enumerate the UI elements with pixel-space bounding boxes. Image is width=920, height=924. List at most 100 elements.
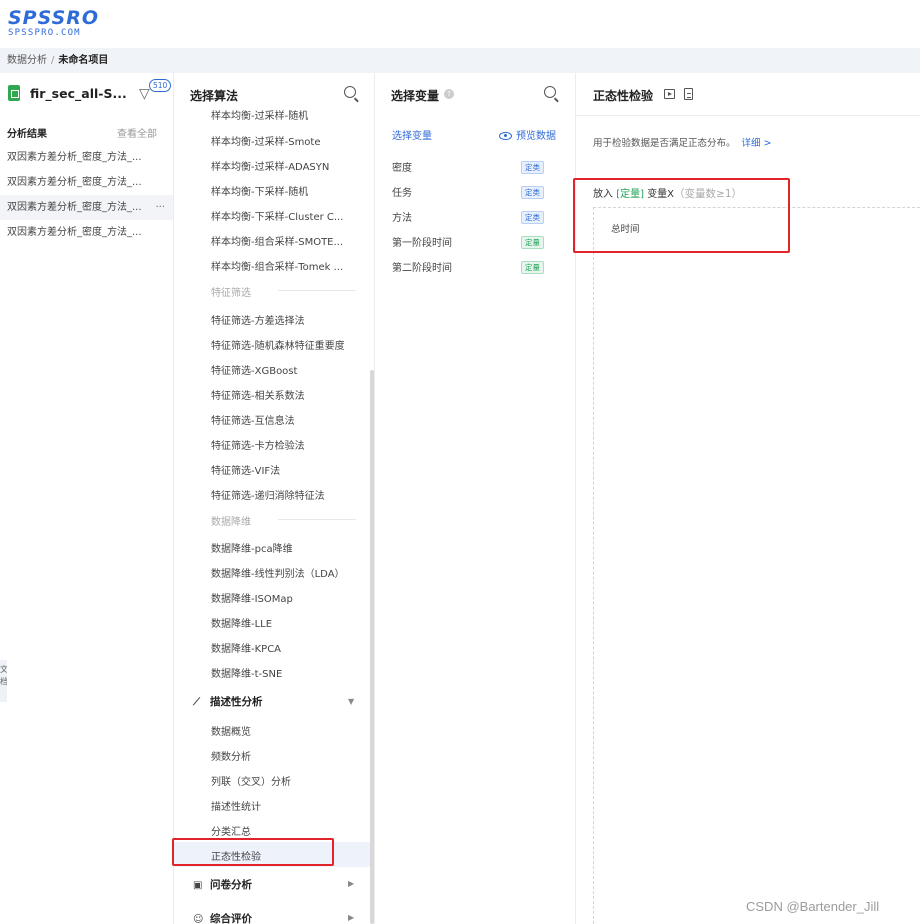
document-icon[interactable] xyxy=(684,88,693,100)
eye-icon xyxy=(499,132,512,140)
video-icon[interactable] xyxy=(664,89,675,99)
result-item[interactable]: 双因素方差分析_密度_方法_... xyxy=(0,170,173,195)
analysis-description: 用于检验数据是否满足正态分布。 详细 > xyxy=(593,135,772,149)
divider xyxy=(576,115,920,116)
file-name[interactable]: fir_sec_all-S... xyxy=(30,86,127,101)
algorithm-item[interactable]: 特征筛选-相关系数法 xyxy=(211,387,305,402)
algorithm-item[interactable]: 样本均衡-组合采样-Tomek ... xyxy=(211,258,343,273)
result-item[interactable]: 双因素方差分析_密度_方法_... ··· xyxy=(0,195,173,220)
variable-item[interactable]: 任务 定类 xyxy=(375,178,575,203)
variable-name: 方法 xyxy=(392,213,412,224)
variable-item[interactable]: 第一阶段时间 定量 xyxy=(375,228,575,253)
algorithm-item[interactable]: 样本均衡-组合采样-SMOTE... xyxy=(211,233,343,248)
algorithm-item[interactable]: 描述性统计 xyxy=(211,798,261,813)
variable-item[interactable]: 方法 定类 xyxy=(375,203,575,228)
line-chart-icon: ⟋ xyxy=(193,697,200,708)
evaluation-icon: ☺ xyxy=(193,914,204,924)
algorithm-item[interactable]: 特征筛选-随机森林特征重要度 xyxy=(211,337,345,352)
algorithm-item[interactable]: 列联（交叉）分析 xyxy=(211,773,291,788)
variable-name: 第一阶段时间 xyxy=(392,238,452,249)
breadcrumb-current: 未命名项目 xyxy=(58,55,109,66)
algorithm-item[interactable]: 数据降维-ISOMap xyxy=(211,590,293,605)
help-icon[interactable]: ? xyxy=(444,89,454,99)
algorithm-item[interactable]: 数据降维-KPCA xyxy=(211,640,281,655)
variable-name: 第二阶段时间 xyxy=(392,263,452,274)
logo[interactable]: SPSSRO SPSSPRO.COM xyxy=(8,8,99,38)
category-survey-label: 问卷分析 xyxy=(210,879,252,891)
variable-type-tag: 定类 xyxy=(521,186,544,199)
algorithm-item[interactable]: 数据降维-线性判别法（LDA） xyxy=(211,565,345,580)
variable-name: 密度 xyxy=(392,163,412,174)
detail-link[interactable]: 详细 > xyxy=(742,138,772,149)
variable-type-tag: 定量 xyxy=(521,236,544,249)
spreadsheet-icon xyxy=(8,85,20,101)
chevron-down-icon[interactable]: ▼ xyxy=(348,697,354,706)
preview-data-button[interactable]: 预览数据 xyxy=(499,127,556,142)
top-bar: SPSSRO SPSSPRO.COM xyxy=(0,0,920,48)
algorithm-item[interactable]: 特征筛选-XGBoost xyxy=(211,362,297,377)
search-icon[interactable] xyxy=(544,86,556,98)
category-survey[interactable]: ▣ 问卷分析 xyxy=(193,877,252,892)
algorithm-item[interactable]: 特征筛选-VIF法 xyxy=(211,462,280,477)
algorithm-item[interactable]: 特征筛选-递归消除特征法 xyxy=(211,487,325,502)
variable-item[interactable]: 第二阶段时间 定量 xyxy=(375,253,575,278)
algorithm-item[interactable]: 样本均衡-下采样-随机 xyxy=(211,183,308,198)
section-feature-selection: 特征筛选 xyxy=(211,284,356,299)
algorithm-item[interactable]: 特征筛选-方差选择法 xyxy=(211,312,305,327)
category-descriptive-label: 描述性分析 xyxy=(210,696,263,708)
algorithm-item[interactable]: 样本均衡-过采样-Smote xyxy=(211,133,321,148)
chevron-right-icon[interactable]: ▶ xyxy=(348,879,354,888)
category-descriptive[interactable]: ⟋ 描述性分析 xyxy=(193,694,263,709)
section-dimension-reduction: 数据降维 xyxy=(211,513,356,528)
category-evaluation-label: 综合评价 xyxy=(210,913,252,924)
results-header: 分析结果 查看全部 xyxy=(0,115,173,145)
algorithm-item[interactable]: 特征筛选-卡方检验法 xyxy=(211,437,305,452)
view-all-link[interactable]: 查看全部 xyxy=(117,125,157,140)
algorithm-item[interactable]: 数据降维-t-SNE xyxy=(211,665,282,680)
filter-count-badge: 510 xyxy=(149,79,172,92)
logo-sub-text: SPSSPRO.COM xyxy=(8,28,81,38)
scrollbar[interactable] xyxy=(370,370,374,924)
algorithm-panel: 选择算法 样本均衡-过采样-随机 样本均衡-过采样-Smote 样本均衡-过采样… xyxy=(174,73,375,924)
result-item-label: 双因素方差分析_密度_方法_... xyxy=(7,202,142,213)
algorithm-item[interactable]: 频数分析 xyxy=(211,748,251,763)
logo-main-text: SPSSRO xyxy=(8,7,100,29)
annotation-highlight-box xyxy=(573,178,790,253)
results-title: 分析结果 xyxy=(7,129,47,140)
algorithm-item[interactable]: 数据降维-pca降维 xyxy=(211,540,293,555)
algorithm-title: 选择算法 xyxy=(190,89,239,103)
description-text: 用于检验数据是否满足正态分布。 xyxy=(593,138,736,149)
variable-title: 选择变量 xyxy=(391,89,440,103)
breadcrumb-separator: / xyxy=(51,55,55,66)
result-item[interactable]: 双因素方差分析_密度_方法_... xyxy=(0,220,173,245)
result-item[interactable]: 双因素方差分析_密度_方法_... xyxy=(0,145,173,170)
algorithm-item[interactable]: 特征筛选-互信息法 xyxy=(211,412,295,427)
doc-side-tab[interactable]: 文 档 xyxy=(0,660,7,702)
variable-header: 选择变量 ? xyxy=(375,73,575,115)
watermark: CSDN @Bartender_Jill xyxy=(746,899,880,914)
results-panel: fir_sec_all-S... ▽ 510 分析结果 查看全部 双因素方差分析… xyxy=(0,73,174,924)
variable-type-tag: 定类 xyxy=(521,161,544,174)
breadcrumb-parent[interactable]: 数据分析 xyxy=(7,55,47,66)
variable-panel: 选择变量 ? 选择变量 预览数据 密度 定类 任务 定类 方法 定类 第一阶段时间 定量… xyxy=(375,73,576,924)
filter-icon[interactable]: ▽ xyxy=(139,86,150,102)
select-variable-label: 选择变量 xyxy=(392,131,432,142)
chevron-right-icon[interactable]: ▶ xyxy=(348,913,354,922)
algorithm-item[interactable]: 分类汇总 xyxy=(211,823,251,838)
variable-subheader: 选择变量 预览数据 xyxy=(375,115,575,153)
search-icon[interactable] xyxy=(344,86,356,98)
algorithm-item[interactable]: 样本均衡-过采样-ADASYN xyxy=(211,158,329,173)
preview-data-label: 预览数据 xyxy=(516,131,556,142)
algorithm-item[interactable]: 数据概览 xyxy=(211,723,251,738)
variable-type-tag: 定量 xyxy=(521,261,544,274)
algorithm-item[interactable]: 数据降维-LLE xyxy=(211,615,272,630)
file-header: fir_sec_all-S... ▽ 510 xyxy=(0,73,173,115)
algorithm-item[interactable]: 样本均衡-下采样-Cluster C... xyxy=(211,208,343,223)
survey-icon: ▣ xyxy=(193,880,203,891)
more-icon[interactable]: ··· xyxy=(155,195,165,220)
variable-type-tag: 定类 xyxy=(521,211,544,224)
algorithm-item[interactable]: 样本均衡-过采样-随机 xyxy=(211,107,308,122)
category-evaluation[interactable]: ☺ 综合评价 xyxy=(193,911,252,924)
variable-drop-zone[interactable] xyxy=(593,207,920,924)
variable-item[interactable]: 密度 定类 xyxy=(375,153,575,178)
